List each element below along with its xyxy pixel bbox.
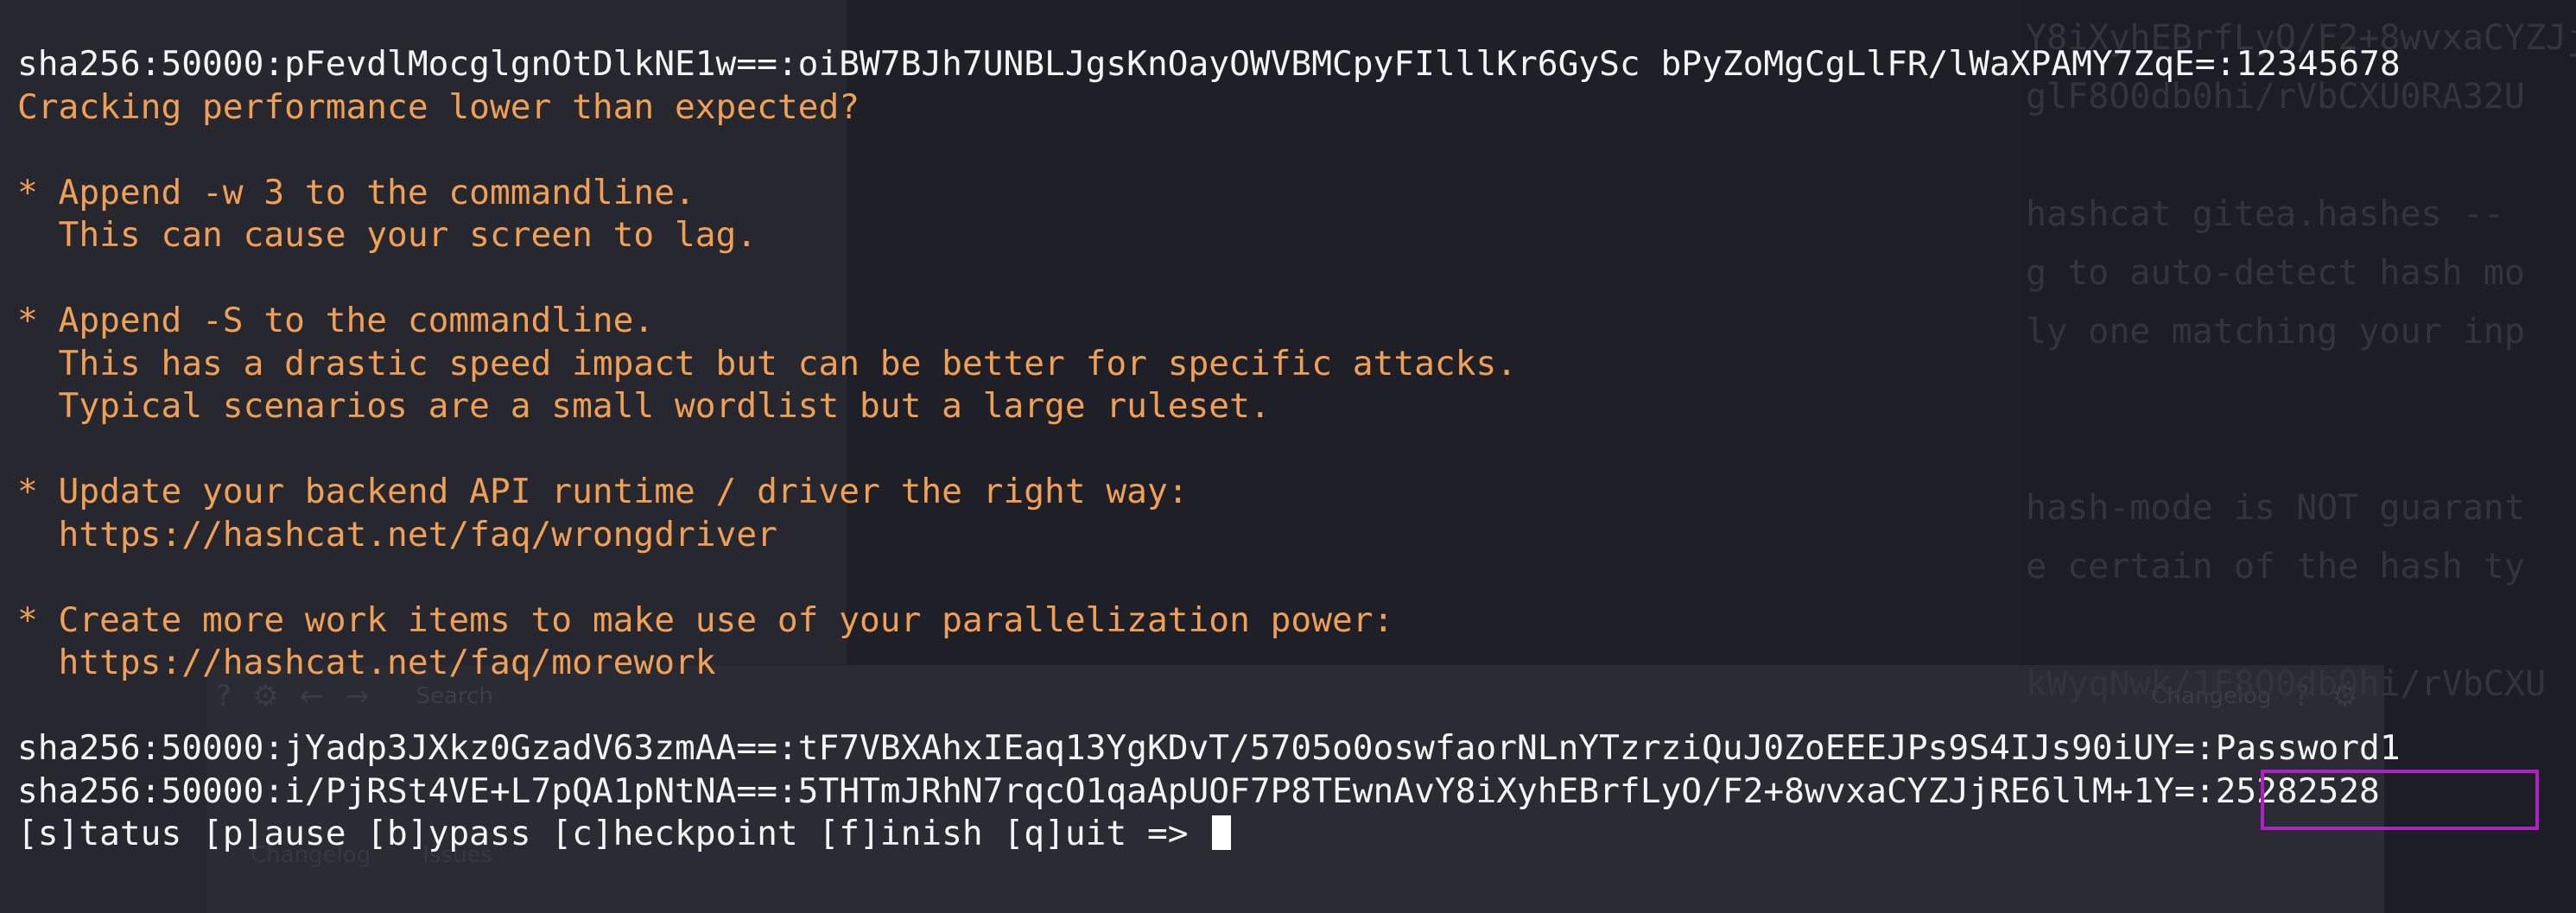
terminal-line: sha256:50000:i/PjRSt4VE+L7pQA1pNtNA==:5T… xyxy=(17,770,2380,811)
terminal-line: Cracking performance lower than expected… xyxy=(17,86,860,127)
terminal-output[interactable]: sha256:50000:pFevdlMocglgnOtDlkNE1w==:oi… xyxy=(17,43,2576,856)
terminal-line: Typical scenarios are a small wordlist b… xyxy=(17,386,1271,426)
terminal-line: https://hashcat.net/faq/morework xyxy=(17,643,716,682)
terminal-line: This has a drastic speed impact but can … xyxy=(17,343,1518,384)
terminal-line: * Update your backend API runtime / driv… xyxy=(17,472,1189,511)
terminal-line: * Append -S to the commandline. xyxy=(17,301,655,340)
terminal-cursor[interactable] xyxy=(1212,815,1232,850)
terminal-prompt-line[interactable]: [s]tatus [p]ause [b]ypass [c]heckpoint [… xyxy=(17,813,2576,856)
terminal-line: sha256:50000:pFevdlMocglgnOtDlkNE1w==:oi… xyxy=(17,44,2401,84)
terminal-line: * Create more work items to make use of … xyxy=(17,599,1394,640)
hashcat-prompt: [s]tatus [p]ause [b]ypass [c]heckpoint [… xyxy=(17,814,1209,853)
terminal-line: * Append -w 3 to the commandline. xyxy=(17,172,695,212)
terminal-line: sha256:50000:jYadp3JXkz0GzadV63zmAA==:tF… xyxy=(17,728,2401,768)
terminal-line: https://hashcat.net/faq/wrongdriver xyxy=(17,514,777,555)
cracked-password-highlight xyxy=(2261,770,2539,830)
terminal-line: This can cause your screen to lag. xyxy=(17,215,758,255)
